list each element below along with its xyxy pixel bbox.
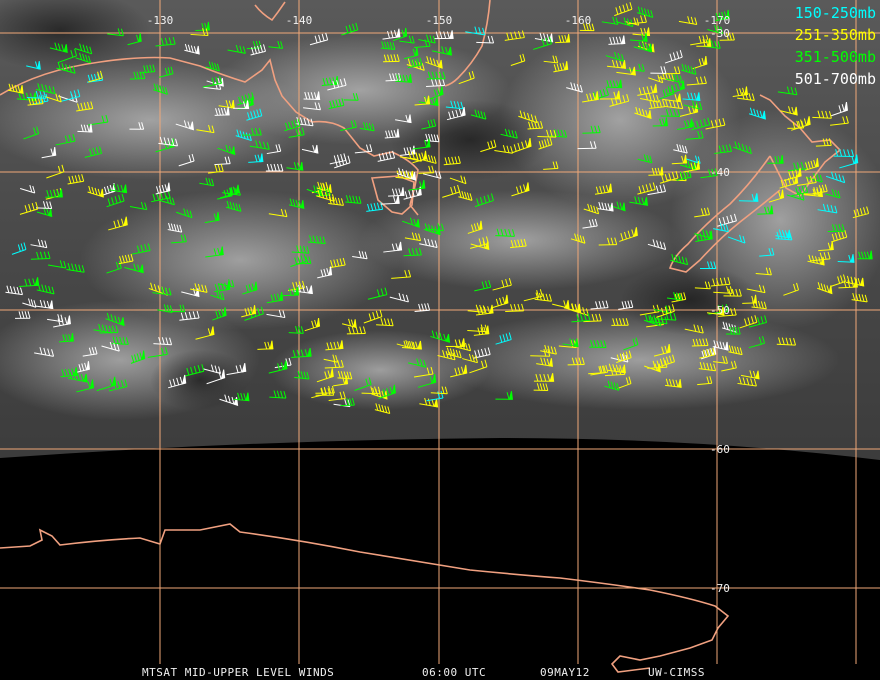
antarctica-coast	[0, 523, 730, 673]
lon-label-160: -160	[565, 14, 592, 27]
legend-251-350mb: 251-350mb	[795, 26, 876, 44]
lat-label-60: -60	[710, 443, 730, 456]
caption-product: MTSAT MID-UPPER LEVEL WINDS	[142, 666, 334, 679]
lon-label-170: -170	[704, 14, 731, 27]
legend-501-700mb: 501-700mb	[795, 70, 876, 88]
lat-label-50: -50	[710, 304, 730, 317]
caption-date: 09MAY12	[540, 666, 590, 679]
legend-150-250mb: 150-250mb	[795, 4, 876, 22]
lon-label-150: -150	[426, 14, 453, 27]
lon-label-130: -130	[147, 14, 174, 27]
lat-label-70: -70	[710, 582, 730, 595]
caption-source: UW-CIMSS	[648, 666, 705, 679]
legend-351-500mb: 351-500mb	[795, 48, 876, 66]
lat-label-30: -30	[710, 27, 730, 40]
lat-label-40: -40	[710, 166, 730, 179]
caption-time: 06:00 UTC	[422, 666, 486, 679]
satellite-wind-map: -130 -140 -150 -160 -170 -30 -40 -50 -60…	[0, 0, 880, 679]
product-caption: MTSAT MID-UPPER LEVEL WINDS 06:00 UTC 09…	[142, 666, 705, 679]
map-stage: -130 -140 -150 -160 -170 -30 -40 -50 -60…	[0, 0, 880, 680]
lon-label-140: -140	[286, 14, 313, 27]
